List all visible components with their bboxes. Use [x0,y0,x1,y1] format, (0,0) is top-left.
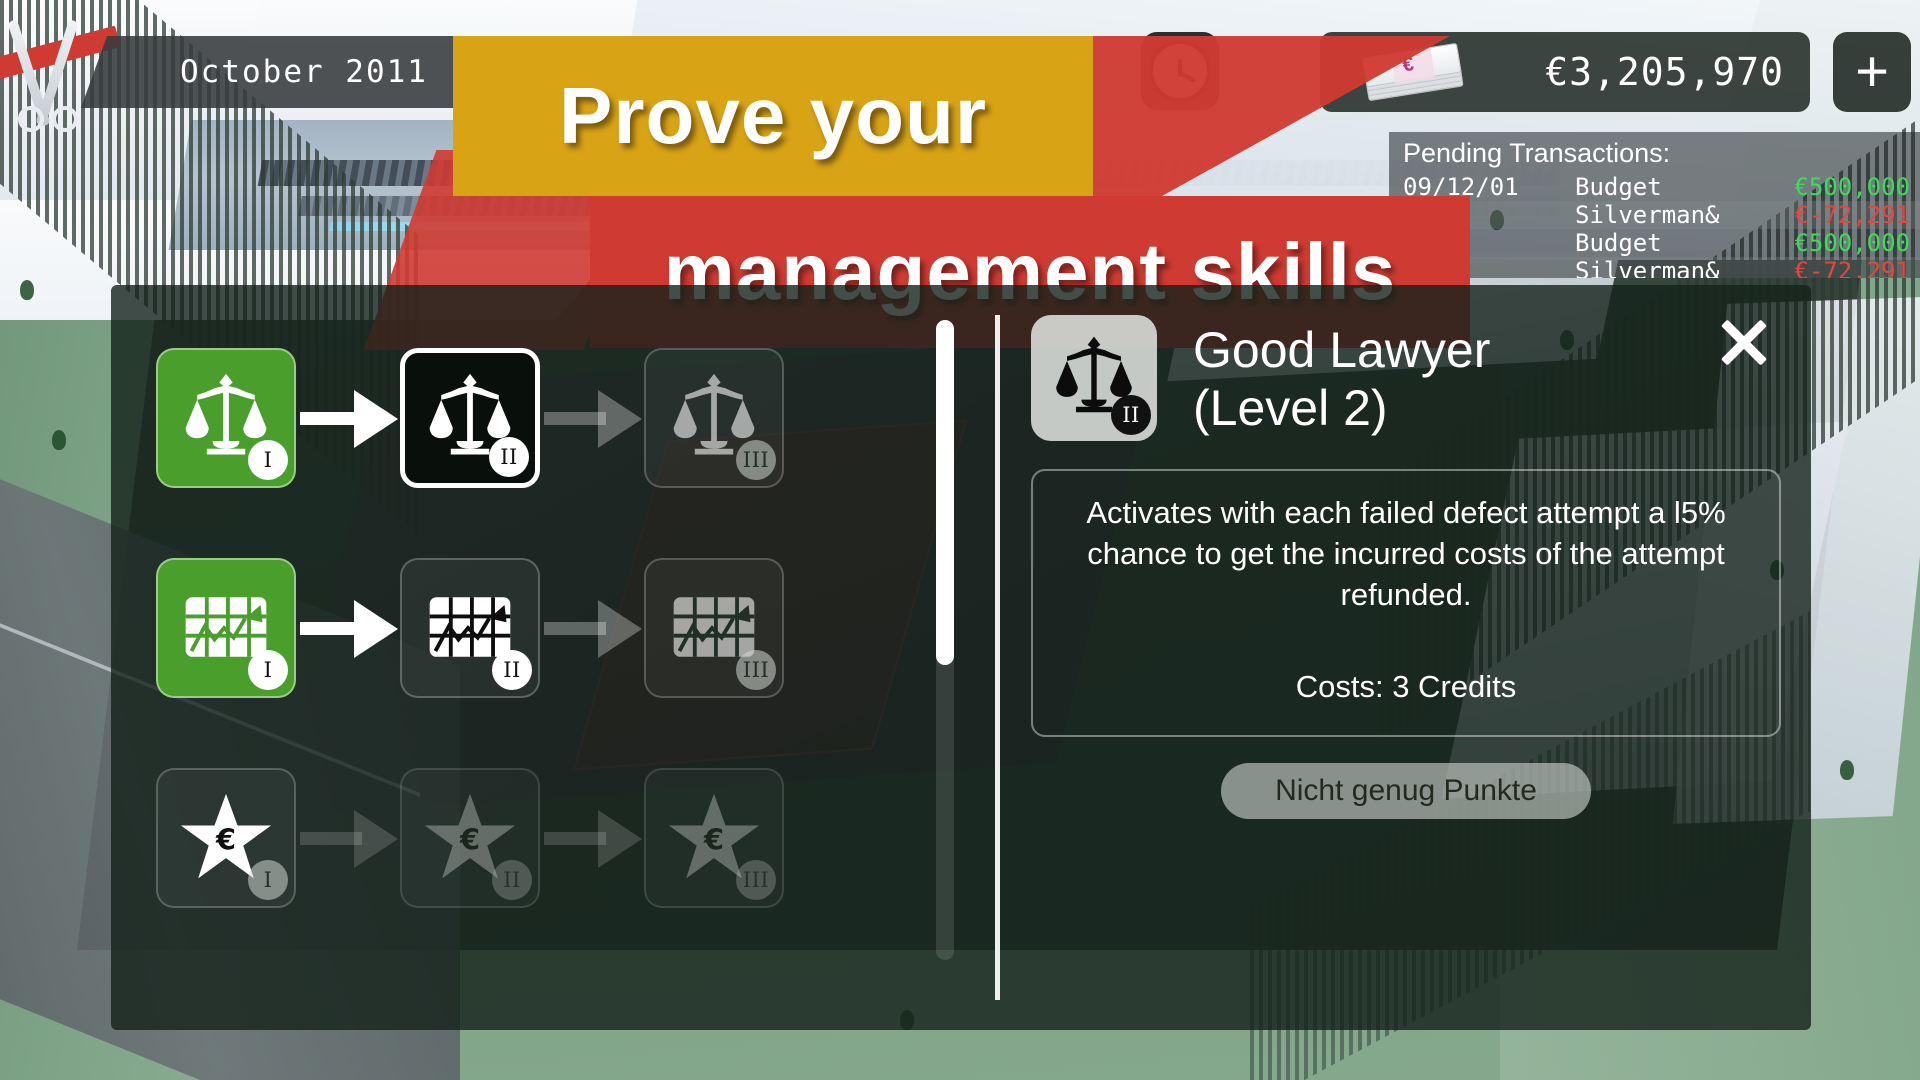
pending-transactions-title: Pending Transactions: [1403,138,1671,168]
skill-level-badge: II [492,860,532,900]
svg-text:€: € [459,823,480,857]
skill-arrow [296,808,400,868]
skill-detail-level-badge: II [1111,395,1151,435]
transaction-name: Silverman& [1575,257,1720,278]
promo-banner-line1: Prove your [453,36,1093,196]
add-money-button[interactable]: + [1833,32,1911,112]
transaction-amount: €500,000 [1794,229,1910,257]
money-amount: €3,205,970 [1545,50,1784,94]
skill-description-box: Activates with each failed defect attemp… [1031,469,1781,737]
skill-detail-icon: II [1031,315,1157,441]
skill-tree-grid: I II III I II III € I € II € III [156,320,946,1000]
skill-row-analytics: I II III [156,542,784,714]
page-title: Good Lawyer (Level 2) [1193,315,1490,437]
skill-level-badge: III [736,860,776,900]
plus-icon: + [1855,39,1889,104]
skill-detail-subtitle: (Level 2) [1193,380,1388,436]
skill-tile-sponsor-2[interactable]: € II [400,768,540,908]
transaction-amount: €-72,291 [1794,201,1910,229]
panel-divider [995,315,1000,1000]
skill-arrow [296,598,400,658]
skill-arrow [540,808,644,868]
skill-detail-header: II Good Lawyer (Level 2) [1031,315,1781,441]
scissors-handle [18,106,44,132]
skill-detail-title: Good Lawyer [1193,322,1491,378]
skill-level-badge: I [248,860,288,900]
purchase-skill-button[interactable]: Nicht genug Punkte [1221,763,1591,819]
skill-arrow [540,598,644,658]
purchase-skill-label: Nicht genug Punkte [1275,774,1537,807]
scissors-handle [52,106,78,132]
tree [1840,760,1854,780]
skill-level-badge: II [489,437,529,477]
tree [20,280,34,300]
skill-tile-lawyer-1[interactable]: I [156,348,296,488]
skill-tile-analytics-2[interactable]: II [400,558,540,698]
transaction-amount: €500,000 [1794,173,1910,201]
vertical-scrollbar[interactable] [936,320,954,960]
svg-text:€: € [215,823,236,857]
skill-tile-sponsor-1[interactable]: € I [156,768,296,908]
game-date-label: October 2011 [180,54,428,90]
skill-detail-panel: II Good Lawyer (Level 2) Activates with … [1031,315,1781,1010]
game-screen: October 2011 €3,205,970 € + Pending Tran… [0,0,1920,1080]
skill-tile-sponsor-3[interactable]: € III [644,768,784,908]
skill-level-badge: III [736,440,776,480]
promo-text-line1: Prove your [559,71,987,160]
skills-dialog: I II III I II III € I € II € III II Good… [111,285,1811,1030]
skill-level-badge: II [492,650,532,690]
skill-level-badge: I [248,440,288,480]
tree [52,430,66,450]
skill-arrow [296,388,400,448]
transaction-name: Budget [1575,229,1662,257]
skill-row-lawyer: I II III [156,332,784,504]
skill-tile-lawyer-2[interactable]: II [400,348,540,488]
skill-level-badge: I [248,650,288,690]
skill-cost: Costs: 3 Credits [1295,669,1517,704]
skill-row-sponsor: € I € II € III [156,752,784,924]
transaction-name: Silverman& [1575,201,1720,229]
skill-level-badge: III [736,650,776,690]
scrollbar-thumb[interactable] [936,320,954,665]
skill-tile-analytics-1[interactable]: I [156,558,296,698]
skill-tile-lawyer-3[interactable]: III [644,348,784,488]
transaction-name: Budget [1575,173,1662,201]
svg-text:€: € [703,823,724,857]
transaction-amount: €-72,291 [1794,257,1910,278]
skill-description: Activates with each failed defect attemp… [1086,495,1726,612]
skill-arrow [540,388,644,448]
skill-tile-analytics-3[interactable]: III [644,558,784,698]
